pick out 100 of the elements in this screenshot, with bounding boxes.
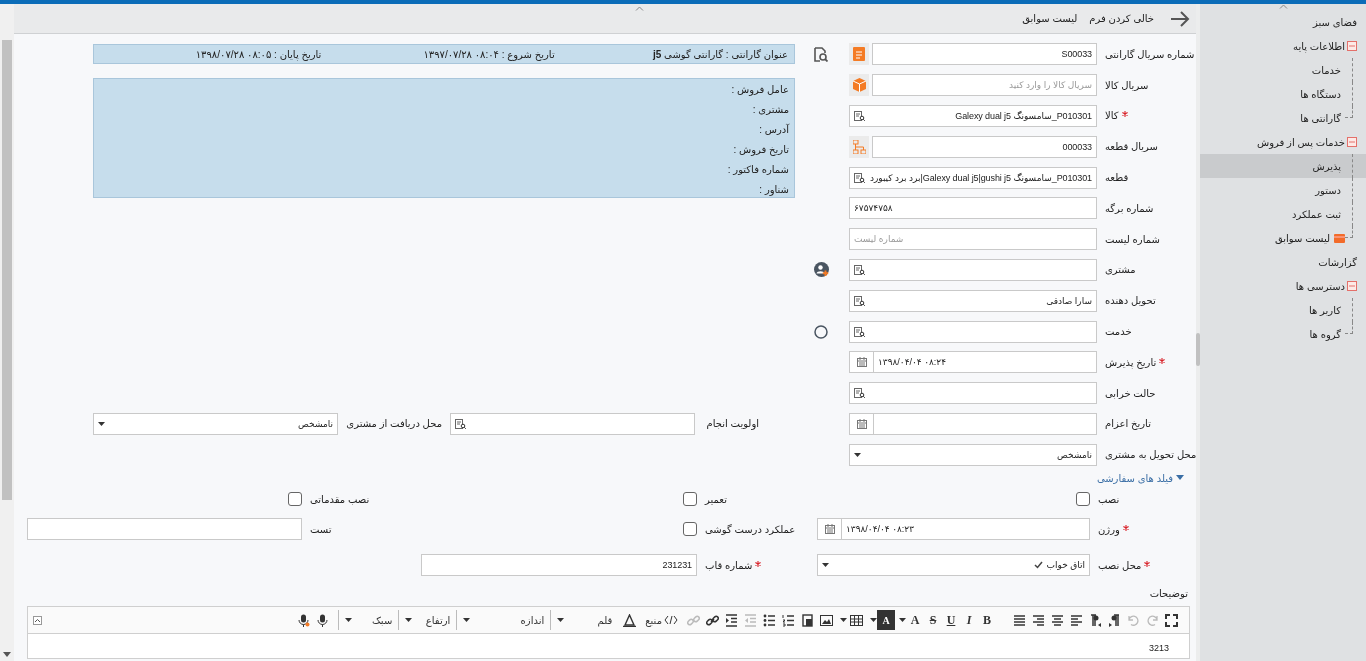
- dropdown[interactable]: قلم: [550, 610, 613, 630]
- field-label: تست: [310, 523, 332, 535]
- caret-down-icon[interactable]: [822, 563, 829, 567]
- paragraph-ltr-icon[interactable]: [1089, 613, 1102, 627]
- scrollbar-thumb[interactable]: [2, 40, 12, 500]
- numbered-list-icon[interactable]: [782, 613, 795, 627]
- caret-down-icon[interactable]: [854, 452, 861, 457]
- checkbox[interactable]: [683, 522, 697, 536]
- field-label: شماره قاب: [705, 559, 753, 571]
- toolbar-link[interactable]: خالی کردن فرم: [1089, 13, 1154, 24]
- field-label: محل تحویل به مشتری: [1105, 449, 1196, 461]
- collapse-box-icon[interactable]: [1347, 137, 1357, 147]
- scrollbar-thumb[interactable]: [1196, 333, 1200, 366]
- lookup-icon: [854, 172, 865, 183]
- format-button[interactable]: A: [877, 610, 895, 630]
- input-field[interactable]: 231231: [421, 554, 697, 576]
- editor-area[interactable]: 3213: [27, 634, 1190, 659]
- indent-icon[interactable]: [725, 613, 738, 627]
- align-left-icon[interactable]: [1070, 613, 1083, 627]
- dropdown[interactable]: نامشخص: [849, 443, 1097, 466]
- collapse-box-icon[interactable]: [1347, 281, 1357, 291]
- circle-icon[interactable]: [814, 324, 828, 339]
- sidebar-item[interactable]: ثبت عملکرد: [1200, 202, 1366, 226]
- section-toggle[interactable]: فیلد های سفارشی: [1096, 472, 1173, 484]
- date-field[interactable]: ۰۸:۲۳ ۱۳۹۸/۰۴/۰۴: [817, 518, 1090, 540]
- paste-icon[interactable]: [801, 613, 814, 627]
- fullscreen-icon[interactable]: [1165, 613, 1178, 627]
- caret-down-icon[interactable]: [840, 618, 847, 622]
- field-label: خدمت: [1105, 326, 1132, 338]
- format-button[interactable]: S: [924, 610, 942, 630]
- microphone-settings-icon[interactable]: [297, 613, 311, 627]
- lookup-field[interactable]: [849, 382, 1097, 405]
- sidebar-item[interactable]: دستگاه ها: [1200, 82, 1366, 106]
- sidebar-item[interactable]: خدمات: [1200, 58, 1366, 82]
- user-add-icon[interactable]: [813, 262, 829, 278]
- checkbox[interactable]: [1076, 492, 1090, 506]
- caret-down-icon[interactable]: [405, 618, 413, 622]
- input-field[interactable]: ۶۷۵۷۴۷۵۸: [849, 197, 1097, 220]
- lookup-field[interactable]: [849, 258, 1097, 281]
- field-label: شماره لیست: [1105, 233, 1160, 245]
- table-icon[interactable]: [850, 613, 863, 627]
- microphone-icon[interactable]: [316, 613, 330, 627]
- text-color-icon[interactable]: [623, 613, 637, 627]
- format-button[interactable]: I: [960, 610, 978, 630]
- caret-down-icon[interactable]: [557, 618, 565, 622]
- bullet-list-icon[interactable]: [763, 613, 776, 627]
- source-button[interactable]: منبع: [643, 610, 680, 630]
- sidebar-item[interactable]: فضای سبز: [1200, 10, 1366, 34]
- sidebar-item[interactable]: دسترسی ها: [1200, 274, 1366, 298]
- paragraph-rtl-icon[interactable]: [1108, 613, 1121, 627]
- date-field[interactable]: ۰۸:۲۴ ۱۳۹۸/۰۴/۰۴: [849, 351, 1097, 374]
- caret-down-icon[interactable]: [870, 618, 877, 622]
- arrow-right-icon[interactable]: [1170, 10, 1190, 27]
- caret-down-icon[interactable]: [98, 421, 105, 426]
- lookup-field[interactable]: P010301_سامسونگ Galexy dual j5: [849, 105, 1097, 127]
- checkbox[interactable]: [683, 492, 697, 506]
- date-field[interactable]: [849, 412, 1097, 435]
- dropdown[interactable]: سبک: [338, 610, 393, 630]
- lookup-field[interactable]: P010301_سامسونگ Galexy dual j5|gushi j5|برد برد کیبورد: [849, 166, 1097, 189]
- align-justify-icon[interactable]: [1013, 613, 1026, 627]
- document-icon[interactable]: [849, 43, 869, 66]
- sidebar-item[interactable]: کاربر ها: [1200, 298, 1366, 322]
- input-field[interactable]: S00033: [872, 43, 1097, 66]
- dropdown[interactable]: ارتفاع: [398, 610, 451, 630]
- sidebar-item[interactable]: اطلاعات پایه: [1200, 34, 1366, 58]
- checkbox[interactable]: [288, 492, 302, 506]
- format-button[interactable]: U: [942, 610, 960, 630]
- format-button[interactable]: B: [978, 610, 996, 630]
- sidebar-item[interactable]: پذیرش: [1200, 154, 1366, 178]
- start-date: تاریخ شروع : ۰۸:۰۴ ۱۳۹۷/۰۷/۲۸: [422, 48, 556, 60]
- field-label: مشتری: [1105, 264, 1136, 276]
- caret-down-icon[interactable]: [345, 618, 353, 622]
- caret-down-icon[interactable]: [463, 618, 471, 622]
- align-right-icon[interactable]: [1032, 613, 1045, 627]
- format-button[interactable]: A: [906, 610, 924, 630]
- sidebar-item[interactable]: خدمات پس از فروش: [1200, 130, 1366, 154]
- sidebar-item[interactable]: گارانتی ها: [1200, 106, 1366, 130]
- caret-down-icon[interactable]: [899, 618, 906, 622]
- lookup-field[interactable]: [450, 412, 695, 435]
- toolbar-link[interactable]: لیست سوابق: [1022, 13, 1078, 24]
- link-icon[interactable]: [706, 613, 719, 627]
- lookup-field[interactable]: سارا صادقی: [849, 289, 1097, 312]
- input-field[interactable]: 000033: [872, 135, 1097, 158]
- align-center-icon[interactable]: [1051, 613, 1064, 627]
- dropdown[interactable]: نامشخص: [93, 412, 338, 435]
- scroll-down-icon[interactable]: [3, 652, 11, 657]
- collapse-box-icon[interactable]: [1347, 41, 1357, 51]
- lookup-field[interactable]: [849, 320, 1097, 343]
- sidebar-item[interactable]: گزارشات: [1200, 250, 1366, 274]
- document-search-icon[interactable]: [814, 46, 828, 62]
- collapse-toolbar-icon[interactable]: [33, 615, 42, 625]
- dropdown[interactable]: اندازه: [456, 610, 545, 630]
- dropdown[interactable]: اتاق خواب: [817, 554, 1090, 576]
- image-icon[interactable]: [820, 613, 833, 627]
- sidebar-item[interactable]: دستور: [1200, 178, 1366, 202]
- sidebar-item[interactable]: گروه ها: [1200, 322, 1366, 346]
- package-icon[interactable]: [849, 74, 869, 97]
- input-field[interactable]: [27, 518, 302, 540]
- calendar-icon: [856, 357, 867, 368]
- sidebar-item[interactable]: لیست سوابق: [1200, 226, 1366, 250]
